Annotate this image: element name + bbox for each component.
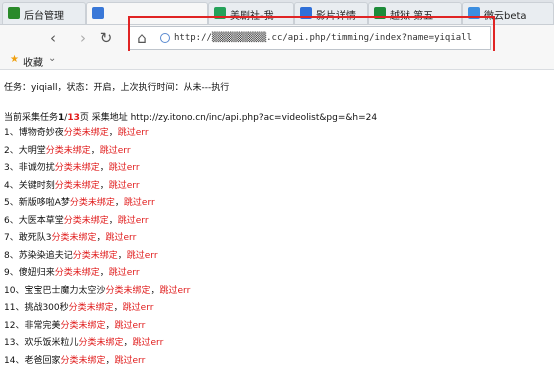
skip-status: 跳过err xyxy=(108,180,140,191)
list-item: 5、新版哆啦A梦分类未绑定，跳过err xyxy=(4,195,155,208)
star-icon: ★ xyxy=(10,54,19,65)
list-item: 3、非诚勿扰分类未绑定，跳过err xyxy=(4,160,140,173)
separator: ， xyxy=(99,163,109,173)
unbound-status: 分类未绑定 xyxy=(54,180,100,191)
separator: ， xyxy=(99,268,109,278)
list-item: 2、大明堂分类未绑定，跳过err xyxy=(4,143,131,156)
item-title: 6、大医本草堂 xyxy=(4,215,64,226)
separator: ， xyxy=(99,180,109,191)
current-task-prefix: 当前采集任务 xyxy=(4,113,59,123)
unbound-status: 分类未绑定 xyxy=(63,215,109,226)
unbound-status: 分类未绑定 xyxy=(78,338,124,348)
forward-button[interactable]: › xyxy=(74,29,92,47)
list-item: 9、傻妞归来分类未绑定，跳过err xyxy=(4,265,140,278)
unbound-status: 分类未绑定 xyxy=(54,163,100,173)
item-title: 1、博物奇妙夜 xyxy=(4,128,64,138)
skip-status: 跳过err xyxy=(99,145,131,156)
unbound-status: 分类未绑定 xyxy=(45,145,91,156)
tab-admin[interactable]: 后台管理 xyxy=(2,2,86,24)
tab-favicon-icon xyxy=(8,7,20,19)
list-item: 10、宝宝巴士魔力太空沙分类未绑定，跳过err xyxy=(4,283,190,296)
skip-status: 跳过err xyxy=(114,320,146,331)
unbound-status: 分类未绑定 xyxy=(63,128,109,138)
unbound-status: 分类未绑定 xyxy=(60,320,106,331)
skip-status: 跳过err xyxy=(126,250,158,261)
unbound-status: 分类未绑定 xyxy=(72,250,118,261)
skip-status: 跳过err xyxy=(105,233,137,243)
list-item: 4、关键时刻分类未绑定，跳过err xyxy=(4,178,140,191)
tab-favicon-icon xyxy=(92,7,104,19)
item-title: 14、老爸回家 xyxy=(4,355,61,366)
skip-status: 跳过err xyxy=(123,198,155,208)
skip-status: 跳过err xyxy=(117,215,149,226)
unbound-status: 分类未绑定 xyxy=(105,285,151,296)
item-title: 12、非常完美 xyxy=(4,320,61,331)
item-title: 7、敢死队3 xyxy=(4,233,52,243)
item-title: 11、挑战300秒 xyxy=(4,303,69,313)
separator: ， xyxy=(108,128,118,138)
list-item: 11、挑战300秒分类未绑定，跳过err xyxy=(4,300,153,313)
current-task-line: 当前采集任务1/13页 采集地址 http://zy.itono.cn/inc/… xyxy=(4,110,377,123)
item-title: 13、欢乐饭米粒儿 xyxy=(4,338,79,348)
item-title: 10、宝宝巴士魔力太空沙 xyxy=(4,285,106,296)
bookmarks-bar: ★ 收藏 ⌄ xyxy=(0,51,554,70)
list-item: 12、非常完美分类未绑定，跳过err xyxy=(4,318,145,331)
unbound-status: 分类未绑定 xyxy=(54,268,100,278)
chevron-down-icon[interactable]: ⌄ xyxy=(48,53,56,64)
separator: ， xyxy=(117,250,127,261)
refresh-button[interactable]: ↻ xyxy=(97,29,115,47)
list-item: 6、大医本草堂分类未绑定，跳过err xyxy=(4,213,149,226)
skip-status: 跳过err xyxy=(108,163,140,173)
total-pages: 13 xyxy=(67,113,80,123)
list-item: 8、苏染染追夫记分类未绑定，跳过err xyxy=(4,248,158,261)
list-item: 14、老爸回家分类未绑定，跳过err xyxy=(4,353,145,366)
separator: ， xyxy=(114,198,124,208)
skip-status: 跳过err xyxy=(108,268,140,278)
skip-status: 跳过err xyxy=(132,338,164,348)
separator: ， xyxy=(90,145,100,156)
unbound-status: 分类未绑定 xyxy=(69,198,115,208)
separator: ， xyxy=(105,355,115,366)
skip-status: 跳过err xyxy=(122,303,154,313)
bookmarks-label[interactable]: 收藏 xyxy=(23,54,43,69)
current-task-suffix: 页 采集地址 http://zy.itono.cn/inc/api.php?ac… xyxy=(79,113,378,123)
unbound-status: 分类未绑定 xyxy=(60,355,106,366)
item-title: 4、关键时刻 xyxy=(4,180,55,191)
tab-label: 后台管理 xyxy=(24,11,64,22)
unbound-status: 分类未绑定 xyxy=(51,233,97,243)
list-item: 7、敢死队3分类未绑定，跳过err xyxy=(4,230,136,243)
list-item: 1、博物奇妙夜分类未绑定，跳过err xyxy=(4,125,149,138)
item-title: 5、新版哆啦A梦 xyxy=(4,198,70,208)
skip-status: 跳过err xyxy=(114,355,146,366)
back-button[interactable]: ‹ xyxy=(44,29,62,47)
item-title: 2、大明堂 xyxy=(4,145,46,156)
highlight-box xyxy=(128,16,495,54)
separator: ， xyxy=(113,303,123,313)
unbound-status: 分类未绑定 xyxy=(68,303,114,313)
task-status: 任务：yiqiall，状态：开启，上次执行时间：从未---执行 xyxy=(4,83,230,93)
item-title: 9、傻妞归来 xyxy=(4,268,55,278)
item-title: 3、非诚勿扰 xyxy=(4,163,55,173)
skip-status: 跳过err xyxy=(117,128,149,138)
item-title: 8、苏染染追夫记 xyxy=(4,250,73,261)
skip-status: 跳过err xyxy=(159,285,191,296)
separator: ， xyxy=(108,215,118,226)
